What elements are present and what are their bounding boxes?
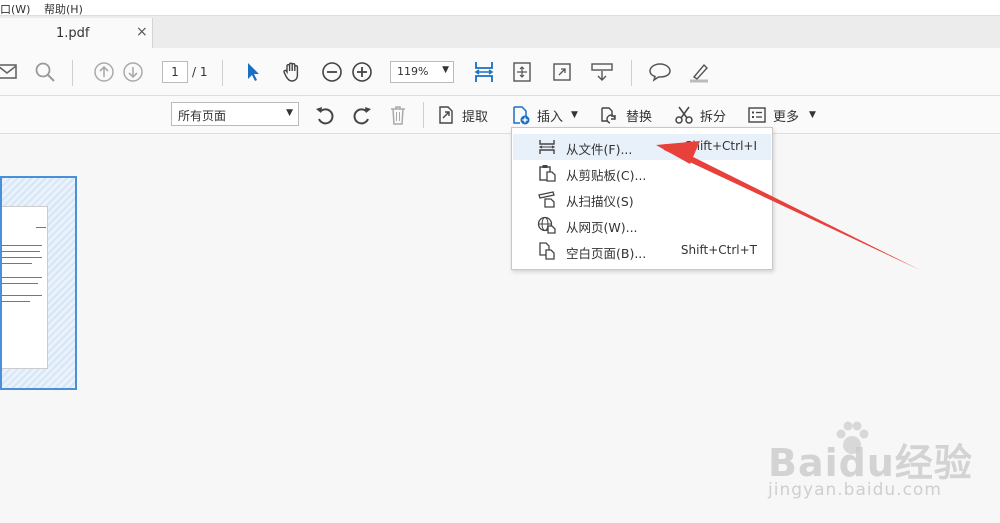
watermark-brand: Baidu经验	[768, 441, 973, 485]
baidu-watermark: Baidu经验 jingyan.baidu.com	[768, 418, 998, 518]
watermark-url: jingyan.baidu.com	[768, 480, 942, 500]
